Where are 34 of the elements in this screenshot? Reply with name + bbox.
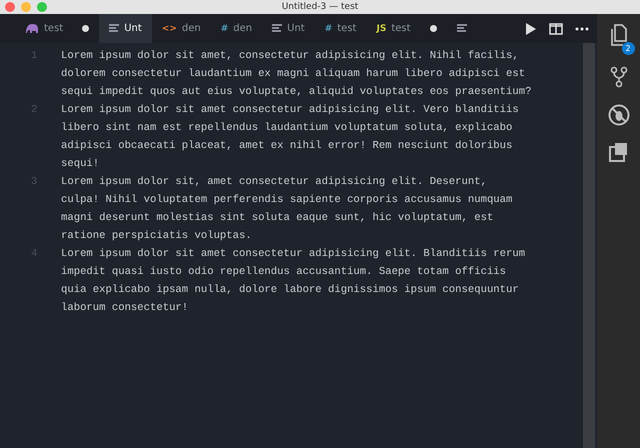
code-line: culpa! Nihil voluptatem perferendis sapiente corporis accusamus numquam [61,193,512,208]
code-line: Lorem ipsum dolor sit amet, consectetur adipisicing elit. Nihil facilis, [61,49,520,64]
code-line: Lorem ipsum dolor sit, amet consectetur adipisicing elit. Deserunt, [61,175,488,190]
window-title: Untitled-3 — test [282,2,358,12]
code-line: quia explicabo ipsam nulla, dolore labore dignissimos ipsum consequuntur [61,283,520,298]
extensions-icon[interactable] [608,142,628,162]
code-line: Lorem ipsum dolor sit amet consectetur adipisicing elit. Vero blanditiis [61,103,519,118]
code-line: adipisci obcaecati placeat, amet ex nihil error! Rem nesciunt doloribus [61,139,514,154]
split-editor-icon[interactable] [549,22,563,34]
run-icon[interactable] [525,22,537,36]
source-control-icon[interactable] [610,66,628,88]
files-icon[interactable] [608,24,628,46]
file-type-icon: # [324,24,332,34]
text-file-icon [272,24,282,33]
code-line: ratione perspiciatis voluptas. [61,229,253,244]
code-line: impedit quasi iusto odio repellendus accusantium. Saepe totam officiis [61,265,508,280]
code-line: laborum consectetur! [61,301,190,316]
file-type-icon: # [220,24,228,34]
editor-tab[interactable]: Unt [99,14,152,43]
file-type-icon: <> [162,24,177,34]
code-line: dolorem consectetur laudantium ex magni aliquam harum libero adipisci est [61,67,526,82]
no-bug-icon[interactable] [608,104,630,126]
text-file-icon [456,24,467,33]
code-line: Lorem ipsum dolor sit amet consectetur adipisicing elit. Blanditiis rerum [61,247,526,262]
file-type-icon: JS [376,24,386,34]
scrollbar[interactable] [583,43,595,448]
code-line: sequi impedit quos aut eius voluptate, aliquid voluptates eos praesentium? [61,85,532,100]
notification-badge: 2 [622,42,634,55]
more-icon[interactable] [575,26,589,30]
elephant-icon [26,24,39,34]
code-line: libero sint nam est repellendus laudantium voluptatum soluta, explicabo [61,121,514,136]
text-file-icon [109,24,120,33]
code-line: magni deserunt molestias sint soluta eaque sunt, hic voluptatum, est [61,211,494,226]
code-line: sequi! [61,157,100,172]
